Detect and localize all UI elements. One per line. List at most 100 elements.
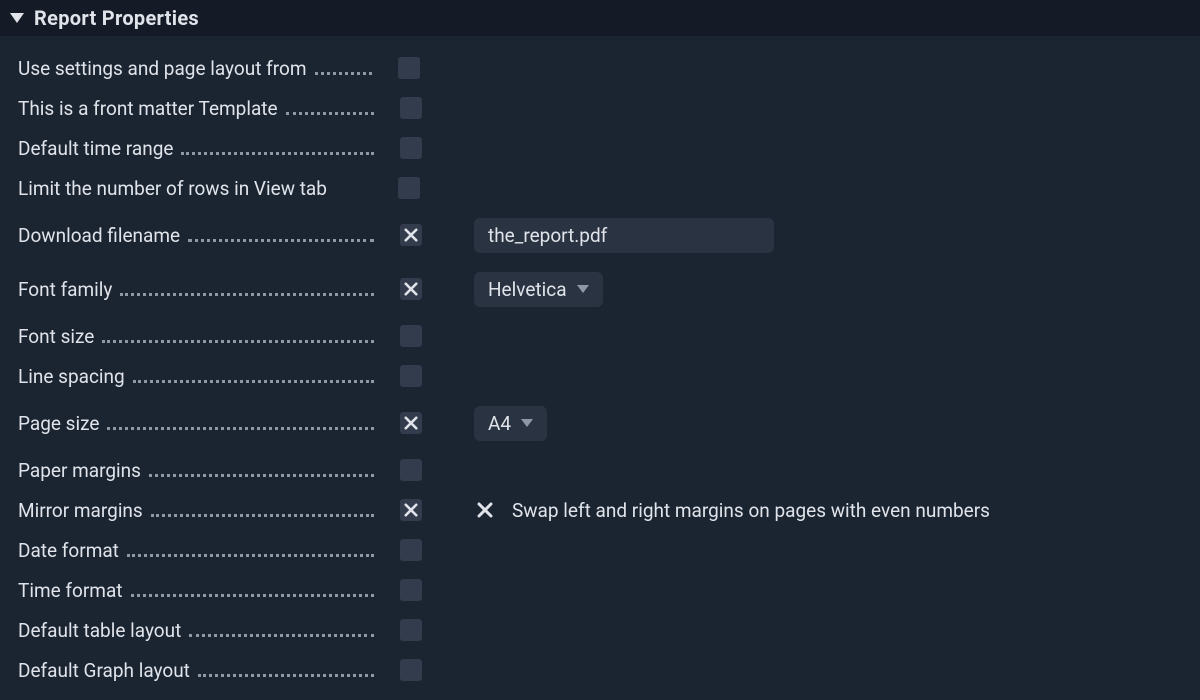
enable-checkbox-cell [378,659,448,681]
enable-checkbox-font-family[interactable] [400,278,422,300]
enable-checkbox-cell [378,412,448,434]
dots-filler [198,674,374,677]
property-row-date-format: Date format [18,530,1200,570]
property-row-time-format: Time format [18,570,1200,610]
label-text: Download filename [18,224,180,247]
property-label: Time format [18,579,378,602]
property-label: Font family [18,278,378,301]
enable-checkbox-limit-rows[interactable] [398,177,420,199]
property-label: Font size [18,325,378,348]
property-row-limit-rows: Limit the number of rows in View tab [18,168,1200,208]
enable-checkbox-use-settings[interactable] [398,57,420,79]
property-row-table-layout: Default table layout [18,610,1200,650]
label-text: Limit the number of rows in View tab [18,177,327,200]
property-label: Page size [18,412,378,435]
panel-header[interactable]: Report Properties [0,0,1200,36]
property-row-font-family: Font family Helvetica [18,262,1200,316]
dots-filler [151,514,374,517]
chevron-down-icon [577,285,589,293]
property-row-page-size: Page size A4 [18,396,1200,450]
properties-list: Use settings and page layout from This is… [0,36,1200,700]
dots-filler [107,427,374,430]
enable-checkbox-cell [378,278,448,300]
enable-checkbox-cell [376,57,446,79]
enable-checkbox-cell [378,224,448,246]
label-text: This is a front matter Template [18,97,278,120]
dots-filler [149,474,374,477]
enable-checkbox-font-size[interactable] [400,325,422,347]
page-size-select[interactable]: A4 [474,406,547,441]
download-filename-input[interactable] [474,218,774,253]
font-family-select[interactable]: Helvetica [474,272,603,307]
dots-filler [102,340,374,343]
dots-filler [120,293,374,296]
label-text: Line spacing [18,365,125,388]
enable-checkbox-paper-margins[interactable] [400,459,422,481]
enable-checkbox-cell [378,619,448,641]
label-text: Page size [18,412,99,435]
property-row-graph-layout: Default Graph layout [18,650,1200,690]
chevron-down-icon [521,419,533,427]
select-value: A4 [488,412,511,435]
dots-filler [131,594,375,597]
enable-checkbox-graph-layout[interactable] [400,659,422,681]
label-text: Date format [18,539,119,562]
value-cell [448,218,774,253]
enable-checkbox-cell [378,459,448,481]
property-label: Download filename [18,224,378,247]
property-row-use-settings: Use settings and page layout from [18,48,1200,88]
property-label: Use settings and page layout from [18,57,376,80]
property-label: Mirror margins [18,499,378,522]
enable-checkbox-cell [378,579,448,601]
label-text: Default time range [18,137,173,160]
enable-checkbox-page-size[interactable] [400,412,422,434]
enable-checkbox-cell [378,365,448,387]
dots-filler [315,72,372,75]
label-text: Default table layout [18,619,181,642]
enable-checkbox-line-spacing[interactable] [400,365,422,387]
select-value: Helvetica [488,278,567,301]
label-text: Mirror margins [18,499,143,522]
enable-checkbox-mirror-margins[interactable] [400,499,422,521]
enable-checkbox-cell [378,499,448,521]
property-label: Default time range [18,137,378,160]
dots-filler [133,380,374,383]
property-label: Line spacing [18,365,378,388]
mirror-margins-description: Swap left and right margins on pages wit… [512,499,990,522]
dots-filler [286,112,374,115]
dots-filler [181,152,374,155]
property-row-default-time: Default time range [18,128,1200,168]
label-text: Default Graph layout [18,659,190,682]
enable-checkbox-date-format[interactable] [400,539,422,561]
property-row-download-filename: Download filename [18,208,1200,262]
dots-filler [188,239,374,242]
enable-checkbox-table-layout[interactable] [400,619,422,641]
label-text: Font size [18,325,94,348]
property-row-line-spacing: Line spacing [18,356,1200,396]
enable-checkbox-download-filename[interactable] [400,224,422,246]
label-text: Paper margins [18,459,141,482]
property-row-paper-margins: Paper margins [18,450,1200,490]
panel-title: Report Properties [34,6,199,30]
collapse-icon [10,13,24,23]
value-cell: Helvetica [448,272,603,307]
property-label: Date format [18,539,378,562]
dots-filler [189,634,374,637]
label-text: Time format [18,579,123,602]
property-label: Paper margins [18,459,378,482]
property-label: Default table layout [18,619,378,642]
label-text: Use settings and page layout from [18,57,307,80]
enable-checkbox-cell [378,325,448,347]
dots-filler [127,554,374,557]
property-label: This is a front matter Template [18,97,378,120]
enable-checkbox-front-matter[interactable] [400,97,422,119]
property-row-font-size: Font size [18,316,1200,356]
mirror-margins-value-checkbox[interactable] [474,499,496,521]
enable-checkbox-default-time[interactable] [400,137,422,159]
label-text: Font family [18,278,112,301]
property-row-mirror-margins: Mirror margins Swap left and right margin… [18,490,1200,530]
enable-checkbox-time-format[interactable] [400,579,422,601]
value-cell: Swap left and right margins on pages wit… [448,499,990,522]
property-label: Limit the number of rows in View tab [18,177,376,200]
value-cell: A4 [448,406,547,441]
